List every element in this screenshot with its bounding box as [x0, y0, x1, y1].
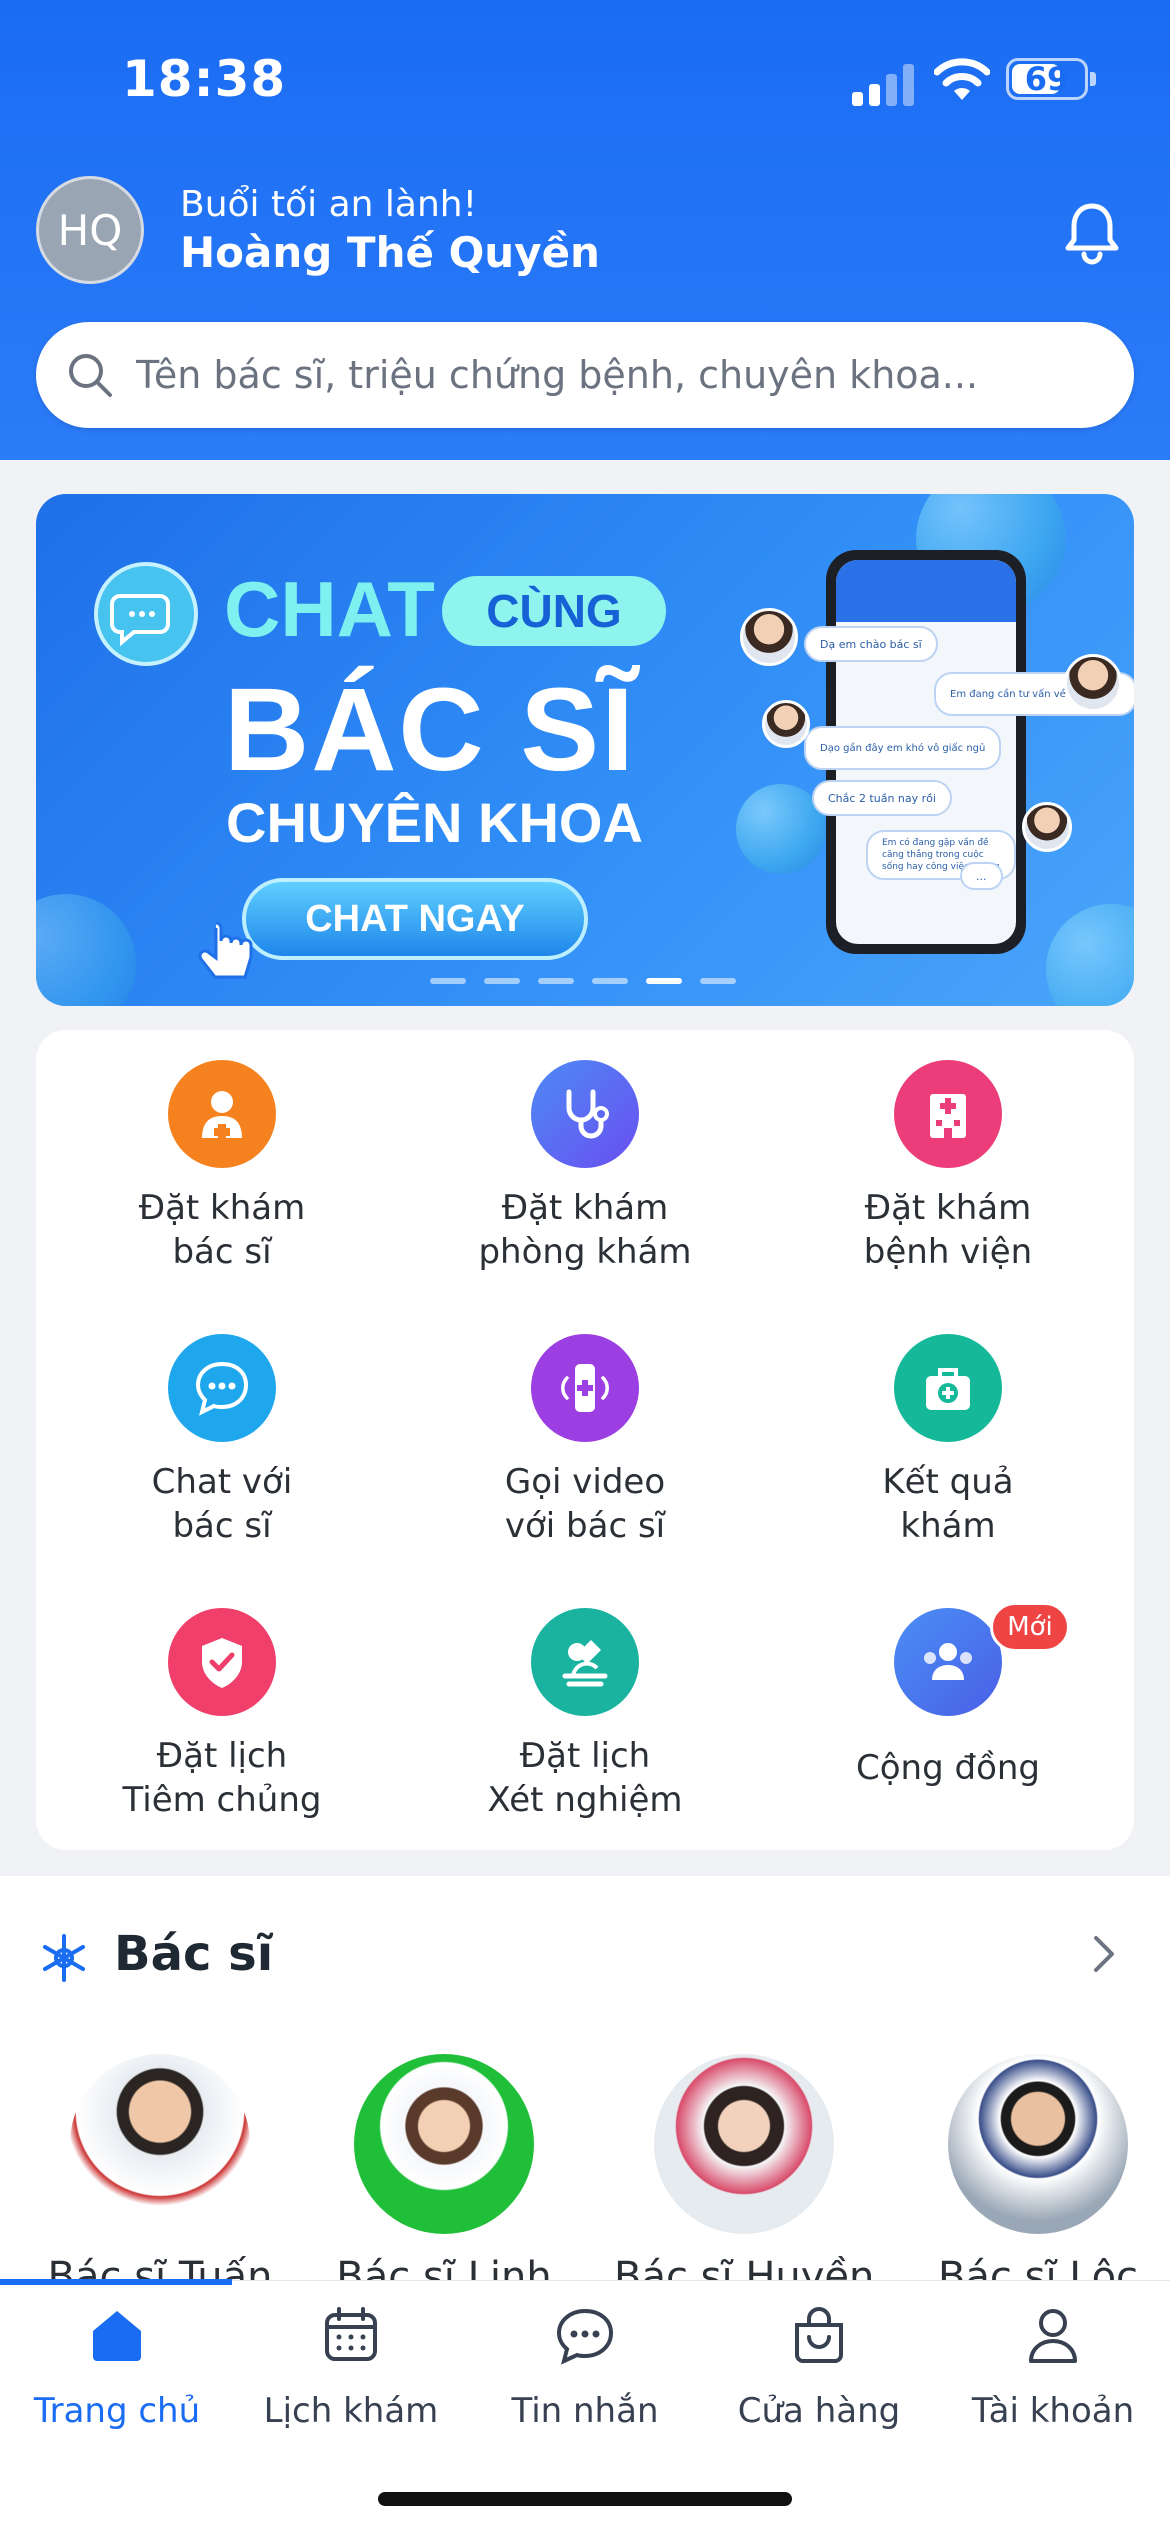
service-lab-test[interactable]: Đặt lịch Xét nghiệm — [435, 1578, 735, 1828]
patient-avatar-image — [1022, 802, 1072, 852]
tab-label: Lịch khám — [263, 2391, 439, 2431]
service-label: Đặt lịch Tiêm chủng — [122, 1736, 322, 1820]
video-call-icon — [531, 1334, 639, 1442]
carousel-dot[interactable] — [538, 978, 574, 984]
promo-banner[interactable]: CHAT CÙNG BÁC SĨ CHUYÊN KHOA CHAT NGAY D… — [36, 494, 1134, 1006]
search-icon — [69, 354, 112, 397]
shopping-bag-icon — [795, 2307, 843, 2363]
status-time: 18:38 — [122, 50, 287, 108]
chat-now-button[interactable]: CHAT NGAY — [242, 878, 588, 960]
new-badge: Mới — [990, 1602, 1070, 1652]
chat-icon — [168, 1334, 276, 1442]
tap-hand-icon — [198, 921, 253, 979]
service-book-doctor[interactable]: Đặt khám bác sĩ — [72, 1030, 372, 1280]
tab-messages[interactable]: Tin nhắn — [468, 2303, 702, 2443]
service-label: Gọi video với bác sĩ — [504, 1462, 666, 1546]
banner-subtitle: CHUYÊN KHOA — [226, 791, 643, 854]
doctor-photo — [948, 2054, 1128, 2234]
patient-avatar-image — [1064, 654, 1122, 712]
tab-label: Trang chủ — [33, 2391, 201, 2431]
service-results[interactable]: Kết quả khám — [798, 1304, 1098, 1554]
search-input[interactable] — [136, 322, 1096, 428]
doctor-icon — [168, 1060, 276, 1168]
service-label: Cộng đồng — [856, 1748, 1040, 1788]
battery-percent: 69 — [1024, 60, 1070, 98]
greeting-text: Buổi tối an lành! — [180, 184, 478, 225]
battery-icon: 69 — [1006, 58, 1088, 100]
carousel-dot[interactable] — [646, 978, 682, 984]
user-icon — [1029, 2309, 1077, 2363]
service-label: Đặt lịch Xét nghiệm — [487, 1736, 683, 1820]
microscope-icon — [531, 1608, 639, 1716]
service-chat-doctor[interactable]: Chat với bác sĩ — [72, 1304, 372, 1554]
service-book-hospital[interactable]: Đặt khám bệnh viện — [798, 1030, 1098, 1280]
status-bar: 18:38 69 — [0, 44, 1170, 114]
doctor-photo — [354, 2054, 534, 2234]
service-vaccination[interactable]: Đặt lịch Tiêm chủng — [72, 1578, 372, 1828]
service-label: Đặt khám bệnh viện — [863, 1188, 1033, 1272]
calendar-icon — [325, 2307, 377, 2361]
doctor-card[interactable]: Bác sĩ Linh — [314, 2054, 574, 2314]
banner-title-main: BÁC SĨ — [224, 664, 636, 796]
medical-star-icon — [43, 1934, 85, 1982]
service-label: Chat với bác sĩ — [151, 1462, 293, 1546]
app-header: 18:38 69 HQ Buổi tối an lành! Hoàng Thế … — [0, 0, 1170, 460]
tab-account[interactable]: Tài khoản — [936, 2303, 1170, 2443]
chat-message: Dạo gần đây em khó vô giấc ngủ — [804, 726, 1002, 770]
home-icon — [93, 2311, 141, 2361]
service-book-clinic[interactable]: Đặt khám phòng khám — [435, 1030, 735, 1280]
service-community[interactable]: Mới Cộng đồng — [798, 1578, 1098, 1828]
phone-header — [836, 560, 1016, 622]
doctor-photo — [654, 2054, 834, 2234]
message-icon — [556, 2308, 614, 2365]
chat-message: ... — [960, 862, 1003, 890]
carousel-dot[interactable] — [430, 978, 466, 984]
service-video-call[interactable]: Gọi video với bác sĩ — [435, 1304, 735, 1554]
medical-kit-icon — [894, 1334, 1002, 1442]
banner-title-chat: CHAT — [224, 565, 435, 653]
tab-appointments[interactable]: Lịch khám — [234, 2303, 468, 2443]
service-label: Kết quả khám — [882, 1462, 1014, 1546]
banner-bubble — [1046, 904, 1134, 1006]
doctor-avatar-image — [762, 700, 810, 748]
user-name: Hoàng Thế Quyền — [180, 228, 600, 277]
banner-chat-icon — [94, 562, 198, 666]
doctor-card[interactable]: Bác sĩ Tuấn — [30, 2054, 290, 2314]
services-grid: Đặt khám bác sĩ Đặt khám phòng khám Đặt … — [36, 1030, 1134, 1850]
doctor-card[interactable]: Bác sĩ Lộc — [908, 2054, 1168, 2314]
chat-message: Dạ em chào bác sĩ — [804, 626, 938, 662]
chevron-right-icon[interactable] — [1086, 1932, 1122, 1976]
tab-label: Tài khoản — [971, 2391, 1135, 2431]
avatar[interactable]: HQ — [36, 176, 144, 284]
doctor-photo — [70, 2054, 250, 2234]
tab-label: Cửa hàng — [737, 2391, 901, 2431]
carousel-dot[interactable] — [592, 978, 628, 984]
carousel-dot[interactable] — [484, 978, 520, 984]
notification-bell-icon[interactable] — [1056, 196, 1128, 268]
doctor-avatar-image — [740, 608, 798, 666]
tab-store[interactable]: Cửa hàng — [702, 2303, 936, 2443]
doctors-section: Bác sĩ Bác sĩ Tuấn Bác sĩ Linh Bác sĩ Hu… — [0, 1876, 1170, 2336]
battery-nub — [1090, 72, 1096, 86]
carousel-dot[interactable] — [700, 978, 736, 984]
community-icon — [894, 1608, 1002, 1716]
hospital-icon — [894, 1060, 1002, 1168]
section-title: Bác sĩ — [114, 1926, 274, 1982]
service-label: Đặt khám bác sĩ — [138, 1188, 306, 1272]
chat-message: Chắc 2 tuần nay rồi — [812, 780, 952, 816]
service-label: Đặt khám phòng khám — [478, 1188, 692, 1272]
active-tab-indicator — [0, 2279, 232, 2285]
doctor-card[interactable]: Bác sĩ Huyền — [614, 2054, 874, 2314]
tab-home[interactable]: Trang chủ — [0, 2303, 234, 2443]
stethoscope-icon — [531, 1060, 639, 1168]
carousel-dots — [430, 978, 750, 986]
banner-bubble — [36, 894, 136, 1006]
shield-check-icon — [168, 1608, 276, 1716]
search-bar[interactable] — [36, 322, 1134, 428]
tab-label: Tin nhắn — [511, 2391, 659, 2431]
cellular-signal-icon — [852, 62, 916, 106]
home-indicator — [378, 2492, 792, 2506]
banner-title-badge: CÙNG — [442, 576, 666, 646]
wifi-icon — [934, 58, 990, 100]
